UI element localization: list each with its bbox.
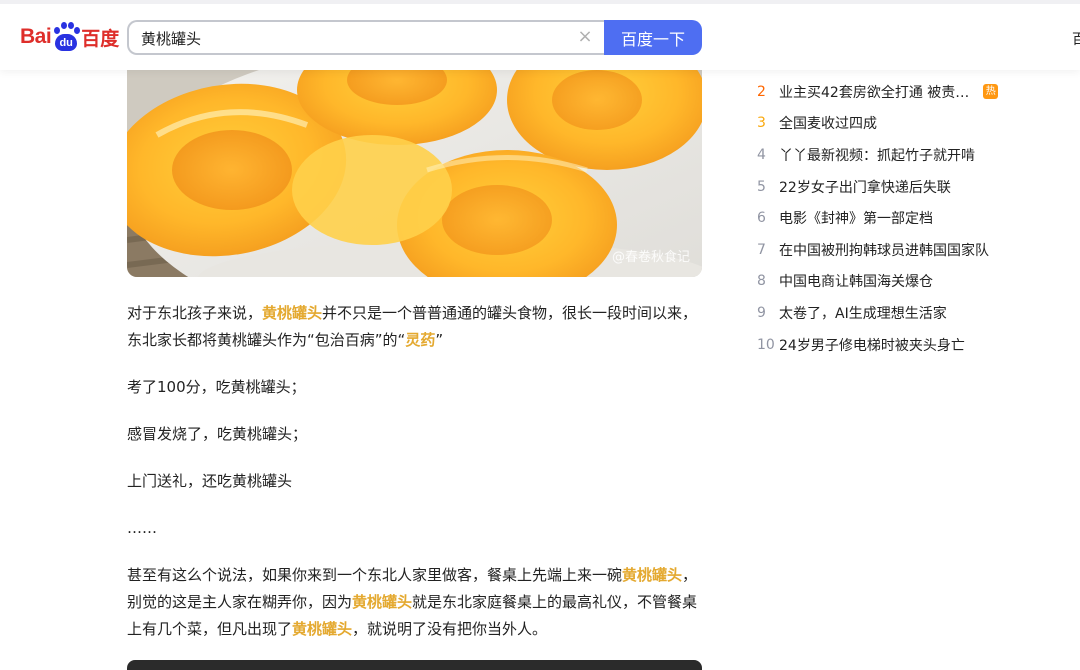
highlight-keyword[interactable]: 黄桃罐头	[262, 304, 322, 322]
hot-list-item[interactable]: 2 业主买42套房欲全打通 被责… 热	[757, 76, 1057, 108]
hot-rank: 4	[757, 146, 766, 163]
hot-rank: 6	[757, 210, 766, 227]
article-paragraph: ……	[127, 519, 157, 537]
hot-title[interactable]: 24岁男子修电梯时被夹头身亡	[779, 335, 965, 355]
search-button[interactable]: 百度一下	[604, 20, 702, 55]
article-paragraph: 感冒发烧了，吃黄桃罐头；	[127, 425, 308, 443]
baidu-logo[interactable]: Bai du 百度	[20, 22, 119, 52]
hot-search-list: 2 业主买42套房欲全打通 被责… 热 3 全国麦收过四成 4 丫丫最新视频：抓…	[757, 76, 1057, 360]
article-body: 对于东北孩子来说，黄桃罐头并不只是一个普普通通的罐头食物，很长一段时间以来，东北…	[127, 300, 702, 663]
hot-list-item[interactable]: 3 全国麦收过四成	[757, 108, 1057, 140]
hot-rank: 8	[757, 273, 766, 290]
search-input[interactable]	[141, 27, 561, 49]
next-article-image	[127, 660, 702, 670]
article-paragraph: 考了100分，吃黄桃罐头；	[127, 378, 306, 396]
article-paragraph: 对于东北孩子来说，黄桃罐头并不只是一个普普通通的罐头食物，很长一段时间以来，东北…	[127, 304, 698, 349]
peach-slices-illustration	[127, 40, 702, 277]
highlight-keyword[interactable]: 黄桃罐头	[352, 593, 412, 611]
article-paragraph: 甚至有这么个说法，如果你来到一个东北人家里做客，餐桌上先端上来一碗黄桃罐头，别觉…	[127, 566, 698, 638]
hot-title[interactable]: 在中国被刑拘韩球员进韩国国家队	[779, 240, 989, 260]
browser-top-strip	[0, 0, 1080, 4]
hot-title[interactable]: 丫丫最新视频：抓起竹子就开啃	[779, 145, 975, 165]
close-icon[interactable]: ×	[576, 28, 594, 46]
highlight-keyword[interactable]: 黄桃罐头	[292, 620, 352, 638]
logo-cn-text: 百度	[81, 27, 120, 50]
hot-title[interactable]: 全国麦收过四成	[779, 113, 877, 133]
hot-list-item[interactable]: 6 电影《封神》第一部定档	[757, 202, 1057, 234]
hot-rank: 9	[757, 304, 766, 321]
image-watermark: @春卷秋食记	[612, 246, 690, 265]
hot-rank: 7	[757, 241, 766, 258]
hot-badge: 热	[983, 84, 999, 100]
logo-bai-text: Bai	[20, 25, 52, 48]
hot-list-item[interactable]: 5 22岁女子出门拿快递后失联	[757, 171, 1057, 203]
header-right-link[interactable]: 百	[1072, 29, 1080, 49]
hot-title[interactable]: 太卷了，AI生成理想生活家	[779, 303, 947, 323]
watermark-text: @春卷秋食记	[611, 250, 690, 265]
hot-title[interactable]: 22岁女子出门拿快递后失联	[779, 177, 951, 197]
hot-rank: 3	[757, 115, 766, 132]
hot-rank: 5	[757, 178, 766, 195]
search-box[interactable]: ×	[127, 20, 604, 55]
top-header: Bai du 百度 × 百度一下 百	[0, 0, 1080, 70]
logo-du-text: du	[55, 34, 78, 51]
hot-list-item[interactable]: 10 24岁男子修电梯时被夹头身亡	[757, 329, 1057, 361]
hot-rank: 2	[757, 83, 766, 100]
article-paragraph: 上门送礼，还吃黄桃罐头	[127, 472, 293, 490]
paw-icon: du	[52, 22, 81, 52]
highlight-keyword[interactable]: 黄桃罐头	[622, 566, 682, 584]
highlight-keyword[interactable]: 灵药	[405, 331, 435, 349]
hot-rank: 10	[757, 336, 775, 353]
hot-title[interactable]: 中国电商让韩国海关爆仓	[779, 271, 933, 291]
hot-title[interactable]: 业主买42套房欲全打通 被责…	[779, 82, 969, 102]
hot-title[interactable]: 电影《封神》第一部定档	[779, 208, 933, 228]
hot-list-item[interactable]: 9 太卷了，AI生成理想生活家	[757, 297, 1057, 329]
hot-list-item[interactable]: 8 中国电商让韩国海关爆仓	[757, 266, 1057, 298]
article-image-peaches: @春卷秋食记	[127, 40, 702, 277]
hot-list-item[interactable]: 4 丫丫最新视频：抓起竹子就开啃	[757, 139, 1057, 171]
hot-list-item[interactable]: 7 在中国被刑拘韩球员进韩国国家队	[757, 234, 1057, 266]
